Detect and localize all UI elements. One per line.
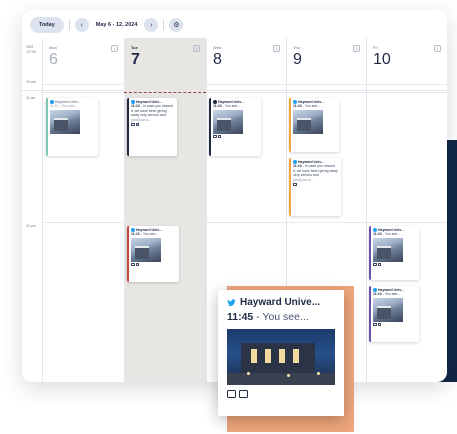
- post-count-badge: 2: [434, 45, 441, 52]
- post-image: [293, 109, 323, 134]
- event-card[interactable]: Hayward Univ... 11:10 - You see...: [46, 98, 98, 156]
- hour-line: [42, 84, 447, 85]
- toolbar-divider: [68, 20, 70, 30]
- event-color-bar: [369, 286, 371, 342]
- post-count-badge: 1: [273, 45, 280, 52]
- event-color-bar: [127, 98, 129, 156]
- day-header-fri[interactable]: Fri 10 2: [366, 38, 447, 90]
- time-label: 10 am: [26, 80, 36, 84]
- chevron-right-icon[interactable]: ›: [144, 18, 159, 32]
- gear-icon[interactable]: ⚙: [169, 18, 184, 32]
- event-card[interactable]: Hayward Univ... 11:10 - You see...: [209, 98, 261, 156]
- calendar-icon: [131, 123, 135, 127]
- current-time-indicator: [124, 92, 206, 93]
- day-header-tue[interactable]: Tue 7 2: [124, 38, 206, 90]
- date-range-label: May 6 - 12, 2024: [95, 22, 138, 28]
- calendar-toolbar: Today ‹ May 6 - 12, 2024 › ⚙: [30, 16, 184, 34]
- post-count-badge: 2: [193, 45, 200, 52]
- post-image: [131, 237, 161, 262]
- post-image: [373, 297, 403, 322]
- time-label: 12 pm: [26, 224, 36, 228]
- calendar-icon: [131, 262, 135, 266]
- post-image: [373, 237, 403, 262]
- post-count-badge: 1: [111, 45, 118, 52]
- image-icon: [135, 262, 139, 266]
- hour-line: [42, 222, 447, 223]
- event-color-bar: [46, 98, 48, 156]
- time-label: 11 am: [26, 96, 36, 100]
- twitter-icon: [227, 298, 236, 306]
- post-image: [50, 109, 80, 134]
- calendar-icon: [293, 183, 297, 187]
- event-card[interactable]: Hayward Univ... 11:10 - In case you miss…: [127, 98, 177, 156]
- calendar-icon[interactable]: [227, 390, 236, 398]
- image-icon: [377, 322, 381, 326]
- chevron-left-icon[interactable]: ‹: [74, 18, 89, 32]
- calendar-icon: [213, 134, 217, 138]
- day-header-mon[interactable]: Mon 6 1: [42, 38, 124, 90]
- image-icon[interactable]: [239, 390, 248, 398]
- today-button[interactable]: Today: [30, 17, 64, 33]
- event-color-bar: [209, 98, 211, 156]
- event-card[interactable]: Hayward Univ... 11:10 - You see...: [369, 286, 419, 342]
- event-color-bar: [289, 98, 291, 152]
- post-count-badge: 2: [353, 45, 360, 52]
- event-color-bar: [289, 158, 291, 216]
- event-card[interactable]: Hayward Univ... 11:10 - You see...: [369, 226, 419, 280]
- calendar-icon: [373, 262, 377, 266]
- event-card[interactable]: Hayward Univ... 11:10 - You see...: [127, 226, 179, 282]
- image-icon: [135, 123, 139, 127]
- event-card[interactable]: Hayward Univ... 11:10 - You see...: [289, 98, 339, 152]
- image-icon: [377, 262, 381, 266]
- hour-line: [42, 92, 447, 93]
- day-header-thu[interactable]: Thu 9 2: [286, 38, 366, 90]
- event-color-bar: [369, 226, 371, 280]
- post-image: [227, 329, 335, 385]
- post-image: [213, 109, 243, 134]
- toolbar-divider: [163, 20, 165, 30]
- event-color-bar: [127, 226, 129, 282]
- event-card[interactable]: Hayward Univ... 11:10 - In case you miss…: [289, 158, 341, 216]
- day-header-wed[interactable]: Wed 8 1: [206, 38, 286, 90]
- calendar-icon: [373, 322, 377, 326]
- timezone-label: GMT -07:00: [26, 45, 36, 54]
- image-icon: [217, 134, 221, 138]
- featured-event-card[interactable]: Hayward Unive... 11:45 - You see...: [218, 290, 344, 416]
